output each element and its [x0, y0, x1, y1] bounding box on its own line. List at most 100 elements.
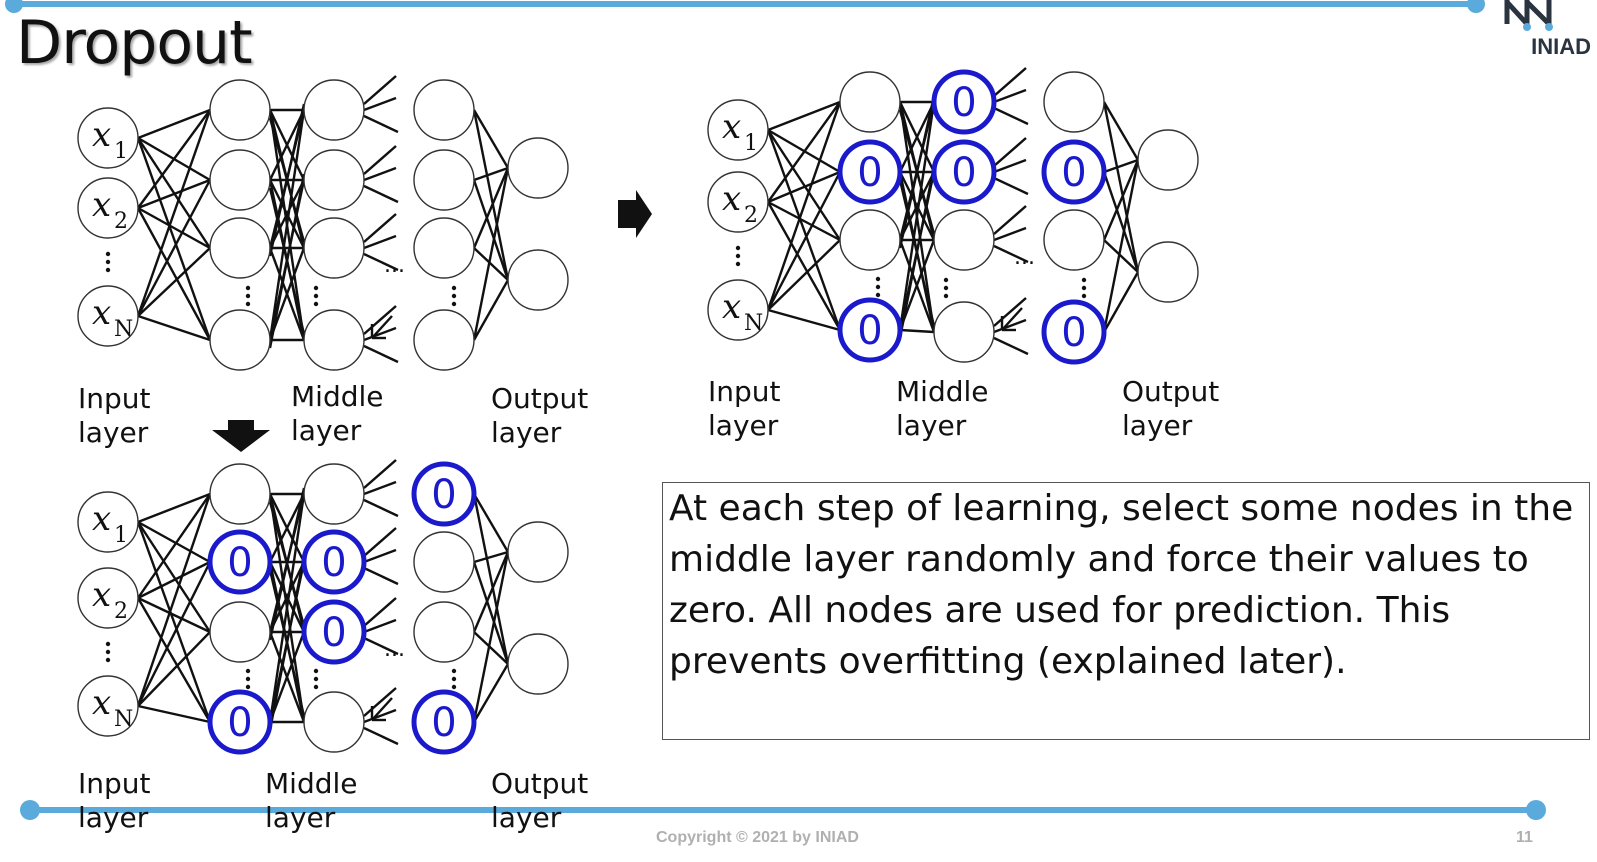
middle1-node — [209, 217, 271, 279]
middle3-node — [413, 601, 475, 663]
connection-line — [363, 344, 399, 364]
input-node-subscript: 1 — [744, 131, 758, 156]
input-node-subscript: 2 — [744, 203, 758, 228]
ellipsis-dot — [943, 285, 949, 291]
input-node-label: x — [92, 499, 111, 539]
middle3-node — [413, 531, 475, 593]
output-node — [507, 633, 569, 695]
connection-line — [472, 167, 510, 249]
ellipsis-dot — [735, 253, 741, 259]
zero-label: 0 — [951, 150, 976, 196]
zero-label: 0 — [857, 150, 882, 196]
zero-label: 0 — [1061, 150, 1086, 196]
input-node-label: x — [722, 107, 741, 147]
output-node — [507, 521, 569, 583]
input-node-subscript: N — [114, 707, 133, 732]
connection-line — [473, 550, 509, 564]
ellipsis-dot — [105, 251, 111, 257]
ellipsis-dot — [313, 668, 319, 674]
zero-label: 0 — [227, 700, 252, 746]
ellipsis-dot — [875, 292, 881, 298]
middle3-node — [1043, 209, 1105, 271]
connection-line — [136, 521, 212, 723]
ellipsis-dot — [451, 684, 457, 690]
ellipsis-dot — [451, 293, 457, 299]
middle1-node — [209, 309, 271, 371]
ellipsis-dot — [451, 676, 457, 682]
ellipsis-dot — [943, 293, 949, 299]
input-node-label: x — [92, 293, 111, 333]
net1-middle-label: Middle layer — [291, 380, 384, 447]
zero-label: 0 — [1061, 310, 1086, 356]
zero-label: 0 — [227, 540, 252, 586]
connection-line — [136, 179, 212, 317]
input-node-subscript: 1 — [114, 523, 128, 548]
middle1-node — [839, 71, 901, 133]
zero-label: 0 — [321, 610, 346, 656]
ellipsis-dot — [105, 641, 111, 647]
output-node — [1137, 129, 1199, 191]
input-node-subscript: N — [744, 311, 763, 336]
connection-line — [766, 171, 842, 311]
zero-label: 0 — [431, 700, 456, 746]
net3-middle-label: Middle layer — [265, 767, 358, 834]
middle2-node — [303, 463, 365, 525]
connection-line — [363, 114, 399, 134]
ellipsis-dot — [245, 668, 251, 674]
middle3-node — [1043, 71, 1105, 133]
ellipsis-dot — [1081, 285, 1087, 291]
connection-line — [899, 328, 935, 334]
ellipsis-dot — [313, 301, 319, 307]
right-arrow-icon — [618, 190, 652, 238]
middle2-node — [303, 691, 365, 753]
ellipsis-dot — [105, 259, 111, 265]
connection-line — [363, 184, 399, 204]
input-node-subscript: N — [114, 317, 133, 342]
network-original: ...x 1x 2x N — [77, 75, 569, 371]
net1-output-label: Output layer — [491, 382, 589, 449]
middle2-node — [303, 149, 365, 211]
middle3-node — [413, 149, 475, 211]
page-number: 11 — [1516, 829, 1533, 846]
middle1-node — [209, 463, 271, 525]
middle3-node — [413, 79, 475, 141]
ellipsis-dot — [245, 285, 251, 291]
input-node-label: x — [722, 179, 741, 219]
zero-label: 0 — [431, 472, 456, 518]
network-dropout-step-a: ...0000 00x 1x 2x N — [707, 67, 1199, 365]
net2-input-label: Input layer — [708, 375, 781, 442]
layer-ellipsis: ... — [384, 637, 405, 662]
ellipsis-dot — [875, 284, 881, 290]
connection-line — [993, 106, 1029, 126]
layer-ellipsis: ... — [1014, 245, 1035, 270]
zero-label: 0 — [857, 308, 882, 354]
middle1-node — [839, 209, 901, 271]
middle3-node — [413, 309, 475, 371]
connection-line — [1102, 159, 1140, 241]
zero-label: 0 — [951, 80, 976, 126]
ellipsis-dot — [1081, 293, 1087, 299]
ellipsis-dot — [105, 649, 111, 655]
connection-line — [137, 704, 211, 724]
connection-line — [136, 137, 212, 341]
ellipsis-dot — [1081, 277, 1087, 283]
connection-line — [363, 566, 399, 586]
ellipsis-dot — [735, 261, 741, 267]
ellipsis-dot — [313, 293, 319, 299]
layer-ellipsis: ... — [384, 253, 405, 278]
ellipsis-dot — [245, 676, 251, 682]
middle2-node — [303, 309, 365, 371]
ellipsis-dot — [105, 267, 111, 273]
input-node-label: x — [722, 287, 741, 327]
connection-line — [993, 176, 1029, 196]
middle1-node — [209, 149, 271, 211]
ellipsis-dot — [245, 293, 251, 299]
input-node-label: x — [92, 115, 111, 155]
zero-label: 0 — [321, 540, 346, 586]
ellipsis-dot — [313, 285, 319, 291]
ellipsis-dot — [451, 285, 457, 291]
ellipsis-dot — [245, 301, 251, 307]
ellipsis-dot — [245, 684, 251, 690]
net3-input-label: Input layer — [78, 767, 151, 834]
connection-line — [363, 498, 399, 518]
